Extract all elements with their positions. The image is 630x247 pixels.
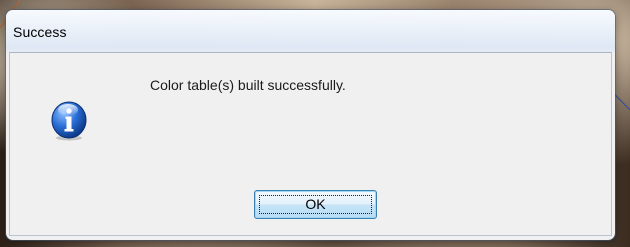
dialog-message: Color table(s) built successfully. xyxy=(150,77,346,93)
dialog-title: Success xyxy=(13,24,67,40)
ok-button[interactable]: OK xyxy=(254,190,377,219)
ok-button-label: OK xyxy=(305,196,326,212)
message-area: Color table(s) built successfully. xyxy=(10,53,611,171)
dialog-client-area: Color table(s) built successfully. OK xyxy=(9,52,612,236)
info-icon xyxy=(51,101,87,141)
button-area: OK xyxy=(10,171,611,235)
title-bar[interactable]: Success xyxy=(6,10,615,52)
success-dialog: Success Color table(s) built successfull… xyxy=(6,10,615,240)
